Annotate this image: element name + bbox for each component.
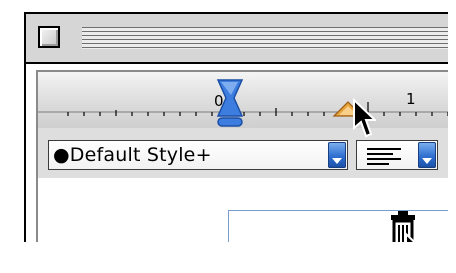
image-edge-mask-right: [448, 0, 456, 273]
style-popup-menu[interactable]: ●Default Style+: [48, 140, 348, 170]
ruler-graphic: 0 1: [38, 79, 456, 127]
left-align-icon: [357, 141, 418, 169]
popup-arrow-icon[interactable]: [418, 142, 436, 168]
arrow-cursor-icon: [353, 98, 376, 138]
ruler-label-one: 1: [406, 90, 416, 108]
screenshot-stage: 0 1 ●Default Style+: [0, 0, 456, 273]
title-bar-stripes: [82, 27, 456, 49]
ruler[interactable]: 0 1: [36, 70, 456, 128]
close-box-icon[interactable]: [38, 26, 60, 48]
style-popup-selected: ●Default Style+: [53, 144, 212, 166]
ruler-ticks: [67, 102, 449, 116]
format-toolbar: ●Default Style+: [36, 128, 456, 178]
title-bar[interactable]: [26, 14, 456, 64]
image-edge-mask-bottom: [0, 242, 456, 273]
popup-arrow-icon[interactable]: [328, 142, 346, 168]
alignment-popup-menu[interactable]: [356, 140, 438, 170]
